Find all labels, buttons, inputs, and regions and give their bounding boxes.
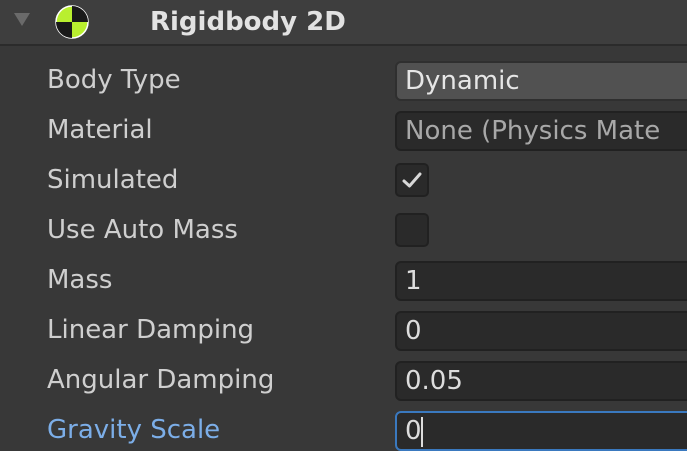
angular-damping-label: Angular Damping [47,365,275,395]
mass-input[interactable]: 1 [395,261,687,301]
body-type-label: Body Type [47,65,181,95]
gravity-scale-input[interactable]: 0 [395,411,687,451]
row-simulated: Simulated [0,155,687,205]
component-title: Rigidbody 2D [150,7,346,37]
linear-damping-input[interactable]: 0 [395,311,687,351]
material-object-field[interactable]: None (Physics Mate [395,111,687,151]
row-gravity-scale: Gravity Scale 0 [0,405,687,451]
use-auto-mass-checkbox[interactable] [395,213,429,247]
row-material: Material None (Physics Mate [0,105,687,155]
row-angular-damping: Angular Damping 0.05 [0,355,687,405]
row-linear-damping: Linear Damping 0 [0,305,687,355]
foldout-arrow-icon[interactable] [14,13,30,26]
body-type-dropdown[interactable]: Dynamic [395,61,687,101]
angular-damping-input[interactable]: 0.05 [395,361,687,401]
checkmark-icon [402,172,422,188]
material-label: Material [47,115,153,145]
component-header[interactable]: Rigidbody 2D [0,0,687,46]
linear-damping-label: Linear Damping [47,315,255,345]
simulated-checkbox[interactable] [395,163,429,197]
rigidbody2d-icon [55,5,89,39]
mass-label: Mass [47,265,113,295]
row-body-type: Body Type Dynamic [0,55,687,105]
row-use-auto-mass: Use Auto Mass [0,205,687,255]
gravity-scale-label: Gravity Scale [47,415,221,445]
text-caret [420,416,423,447]
simulated-label: Simulated [47,165,179,195]
row-mass: Mass 1 [0,255,687,305]
inspector-panel: Rigidbody 2D Body Type Dynamic Material … [0,0,687,451]
gravity-scale-value: 0 [405,416,422,446]
use-auto-mass-label: Use Auto Mass [47,215,238,245]
